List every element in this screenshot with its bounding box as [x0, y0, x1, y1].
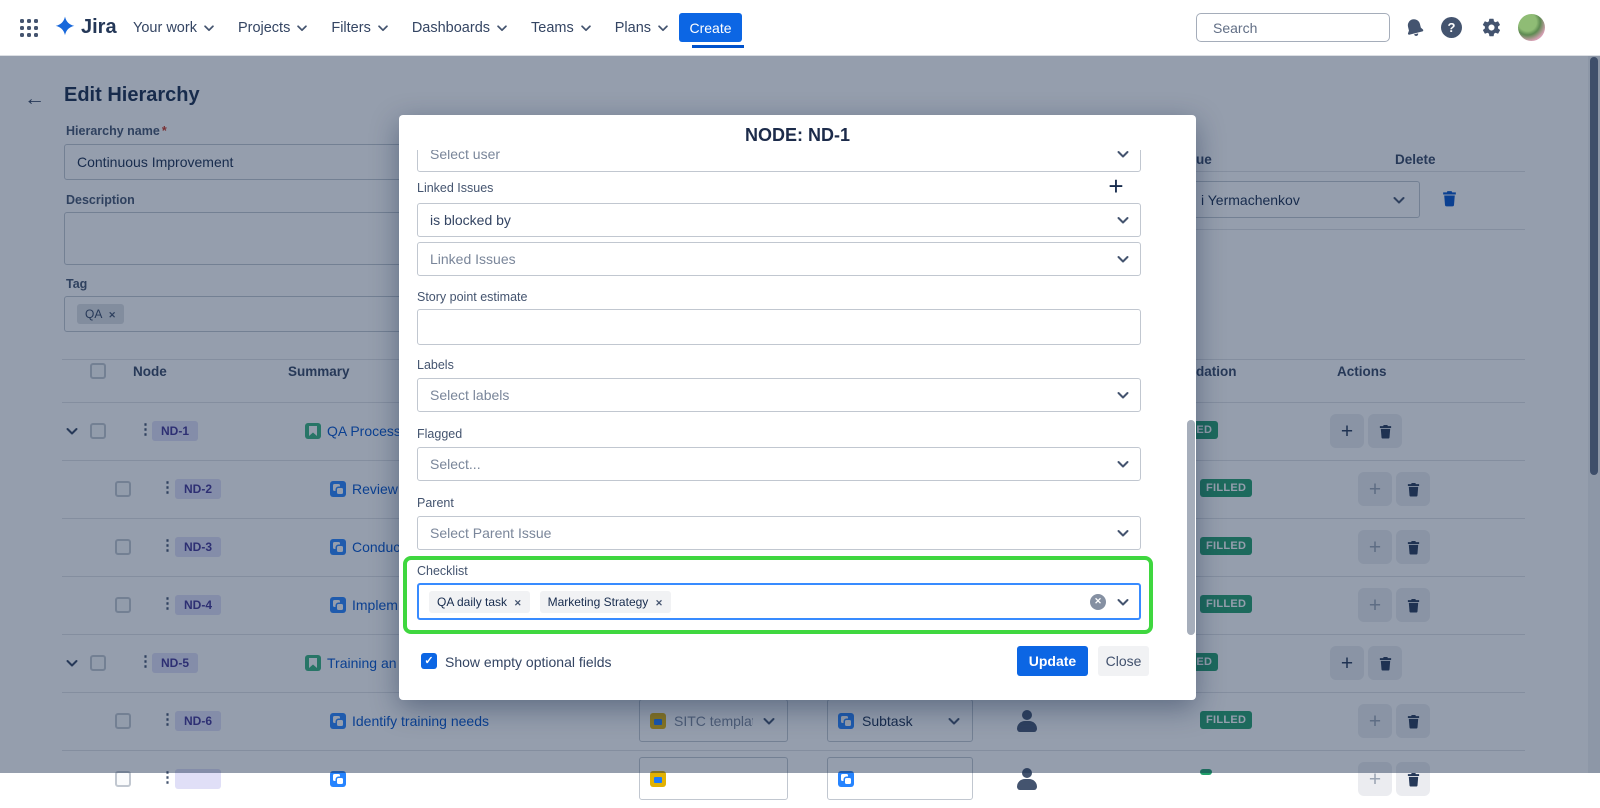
show-empty-fields-label: Show empty optional fields — [445, 654, 612, 670]
flagged-select[interactable]: Select... — [417, 447, 1141, 481]
nav-item-filters[interactable]: Filters — [320, 12, 400, 44]
add-linked-issue-icon[interactable] — [1101, 172, 1131, 200]
help-icon[interactable]: ? — [1441, 17, 1462, 38]
chevron-down-icon — [1115, 212, 1131, 228]
link-type-select[interactable]: is blocked by — [417, 203, 1141, 237]
nav-menu: Your work Projects Filters Dashboards Te… — [122, 0, 755, 55]
row-checkbox[interactable] — [115, 771, 131, 787]
chevron-down-icon — [656, 21, 670, 35]
checklist-chip[interactable]: QA daily task — [429, 591, 530, 613]
top-navigation-bar: Jira Your work Projects Filters Dashboar… — [0, 0, 1600, 55]
parent-label: Parent — [417, 496, 454, 510]
clear-all-icon[interactable] — [1090, 594, 1106, 610]
linked-issues-label: Linked Issues — [417, 181, 493, 195]
linked-issues-select[interactable]: Linked Issues — [417, 242, 1141, 276]
subtask-type-icon — [330, 771, 346, 787]
search-box — [1196, 13, 1390, 42]
settings-gear-icon[interactable] — [1481, 17, 1502, 38]
search-input[interactable] — [1213, 20, 1394, 36]
chevron-down-icon — [1115, 251, 1131, 267]
chevron-down-icon — [495, 21, 509, 35]
chevron-down-icon — [1115, 594, 1131, 610]
story-point-label: Story point estimate — [417, 290, 527, 304]
modal-scroll-area: Select user Linked Issues is blocked by … — [399, 150, 1196, 640]
labels-label: Labels — [417, 358, 454, 372]
notifications-bell-icon[interactable] — [1402, 15, 1427, 40]
close-button[interactable]: Close — [1098, 646, 1149, 676]
chevron-down-icon — [579, 21, 593, 35]
nav-item-plans[interactable]: Plans — [604, 12, 681, 44]
chevron-down-icon — [1115, 150, 1131, 162]
chevron-down-icon — [202, 21, 216, 35]
user-select[interactable]: Select user — [417, 150, 1141, 172]
modal-scrollbar-thumb[interactable] — [1187, 420, 1195, 635]
user-avatar[interactable] — [1518, 14, 1545, 41]
modal-title: NODE: ND-1 — [399, 125, 1196, 146]
jira-logo-icon[interactable] — [52, 15, 78, 41]
update-button[interactable]: Update — [1017, 646, 1088, 676]
flagged-label: Flagged — [417, 427, 462, 441]
jira-logo-text[interactable]: Jira — [81, 16, 117, 39]
remove-chip-icon[interactable] — [655, 595, 663, 609]
create-button[interactable]: Create — [679, 13, 742, 42]
chevron-down-icon — [295, 21, 309, 35]
nav-item-dashboards[interactable]: Dashboards — [401, 12, 520, 44]
parent-select[interactable]: Select Parent Issue — [417, 516, 1141, 550]
nav-item-teams[interactable]: Teams — [520, 12, 604, 44]
checklist-chip[interactable]: Marketing Strategy — [540, 591, 671, 613]
show-empty-fields-checkbox[interactable] — [421, 653, 437, 669]
labels-select[interactable]: Select labels — [417, 378, 1141, 412]
chevron-down-icon — [1115, 525, 1131, 541]
chevron-down-icon — [1115, 456, 1131, 472]
nav-item-projects[interactable]: Projects — [227, 12, 320, 44]
nav-item-your-work[interactable]: Your work — [122, 12, 227, 44]
checklist-label: Checklist — [417, 564, 468, 578]
chevron-down-icon — [1115, 387, 1131, 403]
node-edit-modal: NODE: ND-1 Select user Linked Issues is … — [399, 115, 1196, 700]
story-point-input[interactable] — [417, 309, 1141, 345]
checklist-multiselect[interactable]: QA daily task Marketing Strategy — [417, 583, 1141, 620]
remove-chip-icon[interactable] — [514, 595, 522, 609]
app-switcher-icon[interactable] — [20, 19, 24, 23]
chevron-down-icon — [376, 21, 390, 35]
